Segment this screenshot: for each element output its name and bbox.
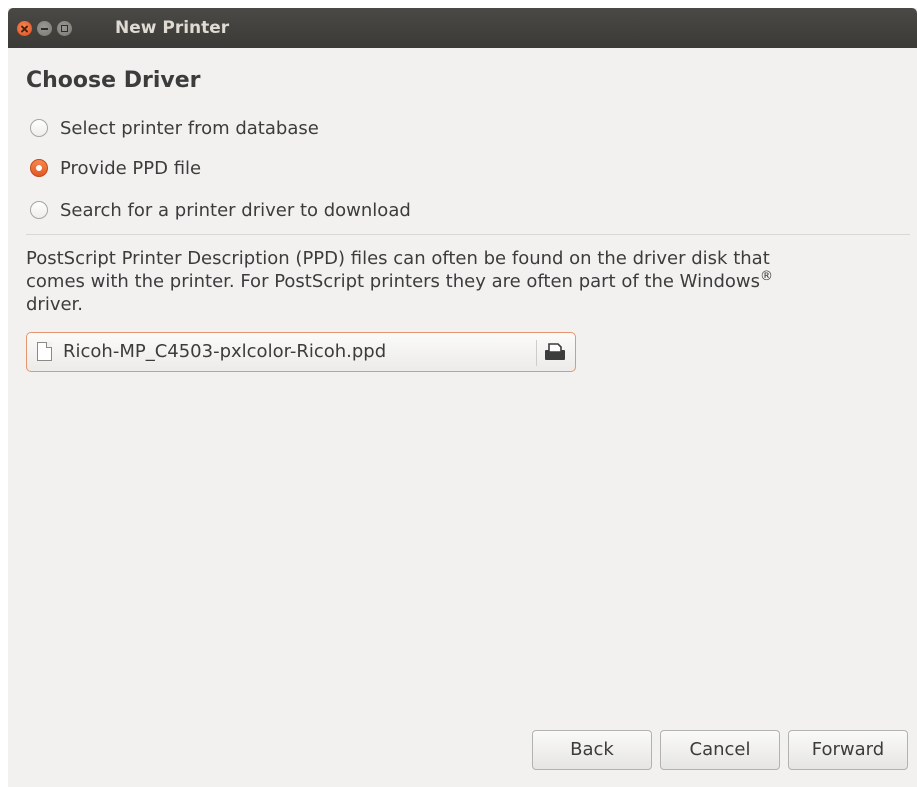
description-line-2-text: comes with the printer. For PostScript p…: [26, 271, 761, 292]
window-title: New Printer: [115, 18, 230, 38]
title-bar[interactable]: New Printer: [8, 8, 917, 48]
ppd-file-chooser[interactable]: Ricoh-MP_C4503-pxlcolor-Ricoh.ppd: [26, 332, 576, 372]
option-provide-ppd-file[interactable]: Provide PPD file: [30, 155, 201, 181]
close-icon[interactable]: [17, 21, 32, 36]
option-select-from-database[interactable]: Select printer from database: [30, 115, 319, 141]
description-line-3: driver.: [26, 294, 84, 315]
radio-icon[interactable]: [30, 119, 48, 137]
option-label: Search for a printer driver to download: [60, 199, 411, 221]
cancel-button[interactable]: Cancel: [660, 730, 780, 770]
chooser-divider: [536, 340, 537, 366]
new-printer-window: New Printer Choose Driver Select printer…: [8, 8, 917, 787]
document-icon: [37, 342, 52, 361]
radio-icon[interactable]: [30, 201, 48, 219]
page-heading: Choose Driver: [26, 68, 201, 93]
option-search-driver-download[interactable]: Search for a printer driver to download: [30, 197, 411, 223]
separator: [26, 234, 910, 235]
option-label: Select printer from database: [60, 117, 319, 139]
selected-file-name: Ricoh-MP_C4503-pxlcolor-Ricoh.ppd: [63, 341, 387, 362]
option-label: Provide PPD file: [60, 157, 202, 179]
registered-mark: ®: [760, 269, 774, 284]
back-button[interactable]: Back: [532, 730, 652, 770]
ppd-description: PostScript Printer Description (PPD) fil…: [26, 247, 896, 316]
description-line-2: comes with the printer. For PostScript p…: [26, 270, 896, 293]
minimize-icon[interactable]: [37, 21, 52, 36]
forward-button[interactable]: Forward: [788, 730, 908, 770]
radio-checked-icon[interactable]: [30, 159, 48, 177]
description-line-1: PostScript Printer Description (PPD) fil…: [26, 248, 770, 269]
open-file-icon[interactable]: [544, 343, 566, 361]
maximize-icon[interactable]: [57, 21, 72, 36]
